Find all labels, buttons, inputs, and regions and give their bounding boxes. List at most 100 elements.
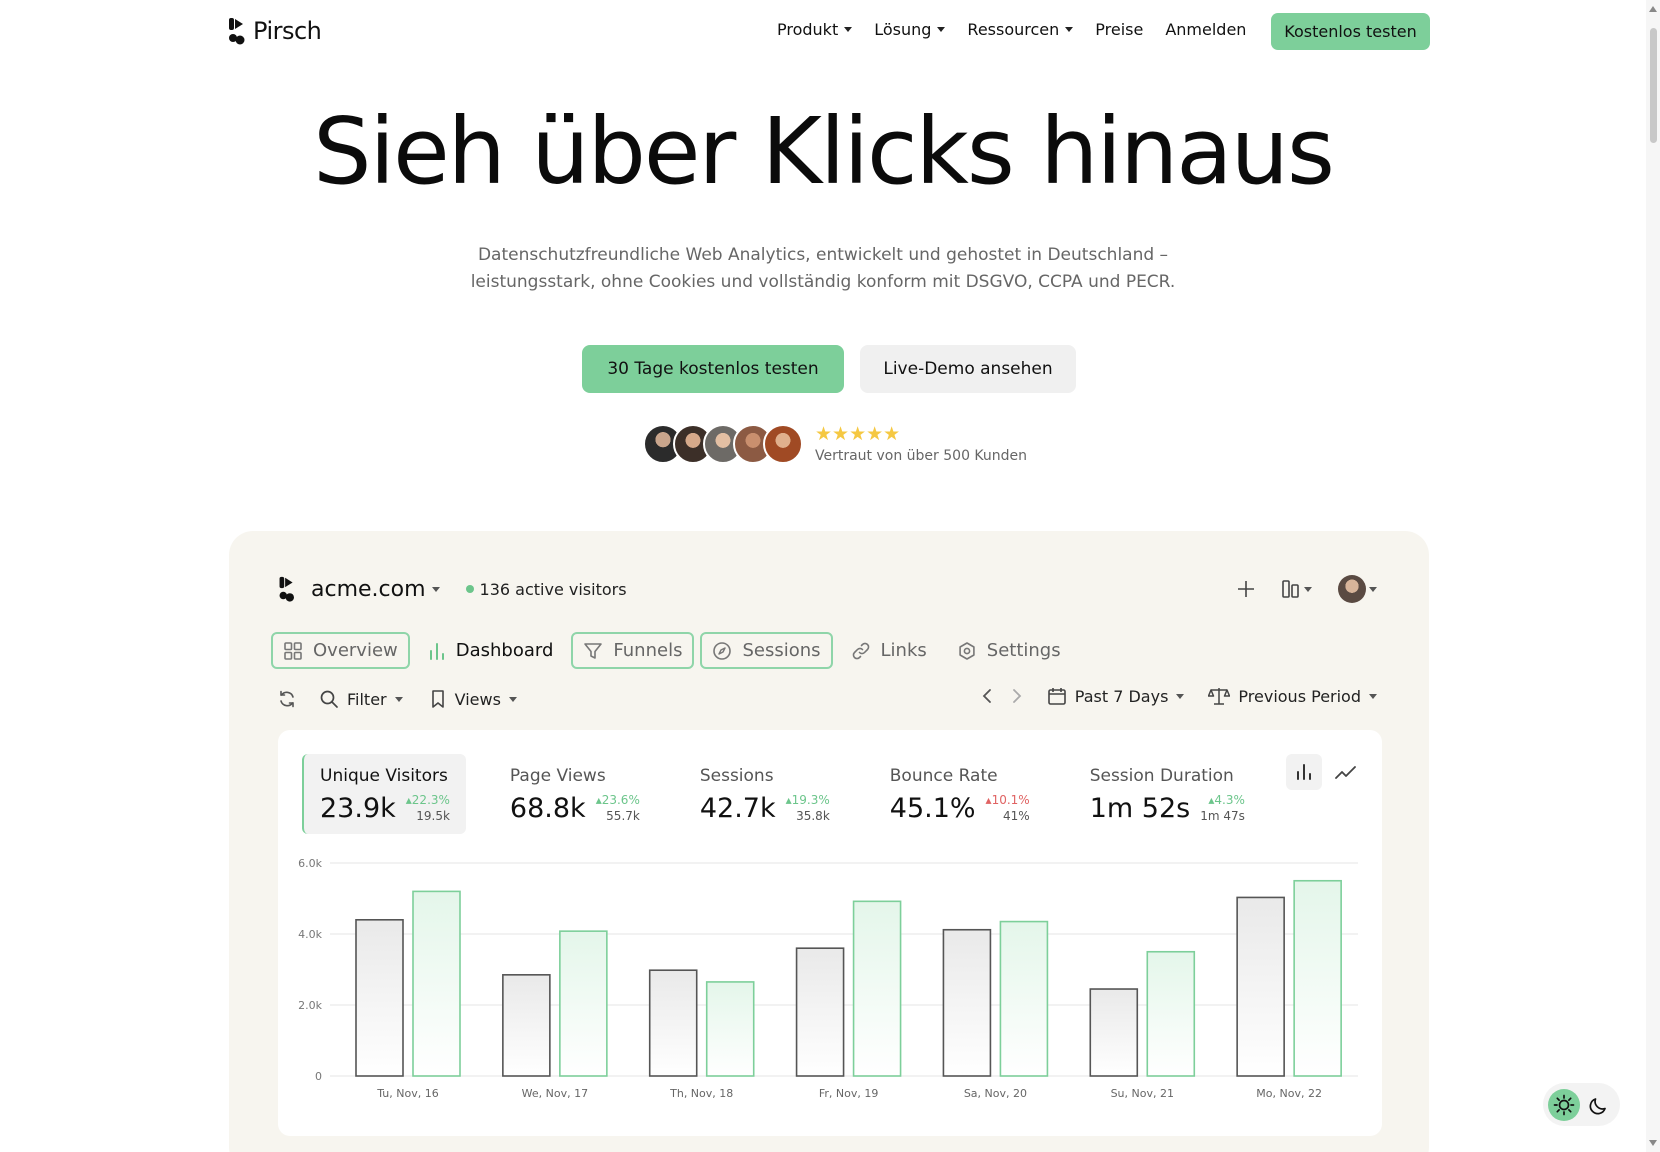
filter-button[interactable]: Filter [319,689,403,709]
y-tick-label: 6.0k [298,857,322,870]
metric-delta-value: 19.3% [791,793,830,807]
chevron-left-icon[interactable] [981,688,993,704]
bar-previous[interactable] [942,928,992,1077]
bar-previous[interactable] [1089,988,1139,1077]
page-scrollbar[interactable] [1646,0,1660,1152]
rating: ★★★★★ Vertraut von über 500 Kunden [815,424,1027,464]
nav-item-label: Ressourcen [967,20,1060,39]
metric-values: 23.9k ▴22.3% 19.5k [320,792,450,824]
bar-current[interactable] [412,890,461,1077]
chevron-down-icon [1369,586,1377,592]
nav-item-anmelden[interactable]: Anmelden [1165,20,1246,39]
tab-label: Overview [313,640,398,661]
bar-previous[interactable] [795,947,845,1077]
metric-values: 1m 52s ▴4.3% 1m 47s [1090,792,1245,824]
visitors-bar-chart: 0 2.0k 4.0k 6.0k Tu, Nov, 16 We, Nov, 17 Th, N… [298,857,1358,1100]
tab-label: Links [880,640,927,661]
chevron-down-icon [937,27,946,32]
compass-icon [713,641,732,660]
line-chart-toggle[interactable] [1328,754,1364,790]
live-demo-button[interactable]: Live-Demo ansehen [860,345,1076,393]
period-nav [981,688,1023,704]
metric-tile[interactable]: Bounce Rate 45.1% ▴10.1% 41% [874,754,1046,834]
tab-label: Dashboard [455,640,554,661]
x-tick-label: We, Nov, 17 [522,1087,588,1100]
metric-tile[interactable]: Sessions 42.7k ▴19.3% 35.8k [684,754,846,834]
metric-label: Page Views [509,766,606,786]
dashboard-actions [1237,575,1377,603]
brand-logo[interactable]: Pirsch [229,16,322,46]
user-menu[interactable] [1338,575,1377,603]
start-trial-button[interactable]: 30 Tage kostenlos testen [582,345,844,393]
dark-mode-button[interactable] [1583,1089,1615,1121]
hero-buttons: 30 Tage kostenlos testen Live-Demo anseh… [582,345,1076,393]
chevron-down-icon [431,586,440,592]
x-tick-label: Tu, Nov, 16 [376,1087,438,1100]
metric-delta: ▴4.3% [1200,792,1245,808]
nav-links: Produkt Lösung Ressourcen Preise Anmelde… [777,20,1246,39]
scroll-up-icon[interactable] [1649,6,1657,12]
calendar-icon [1047,688,1066,705]
bar-chart-toggle[interactable] [1286,754,1322,790]
nav-item-label: Produkt [777,20,839,39]
tab-links[interactable]: Links [839,632,939,669]
chevron-right-icon[interactable] [1011,688,1023,704]
nav-item-preise[interactable]: Preise [1095,20,1143,39]
bar-current[interactable] [705,981,755,1077]
metric-tile[interactable]: Unique Visitors 23.9k ▴22.3% 19.5k [302,754,466,834]
bar-previous[interactable] [502,974,551,1077]
scroll-down-icon[interactable] [1649,1140,1657,1146]
bar-current[interactable] [852,900,902,1077]
metric-tile[interactable]: Page Views 68.8k ▴23.6% 55.7k [494,754,656,834]
grid-icon [284,641,302,660]
chevron-down-icon [1304,586,1312,592]
star-rating-icon: ★★★★★ [815,423,901,445]
gear-icon [959,641,975,660]
hero-title: Sieh über Klicks hinaus [313,98,1335,205]
metric-delta-value: 23.6% [601,793,640,807]
tab-overview[interactable]: Overview [271,632,410,669]
add-button[interactable] [1237,580,1255,598]
layout-button[interactable] [1281,579,1312,599]
metric-delta: ▴10.1% [986,792,1030,808]
tab-funnels[interactable]: Funnels [571,632,695,669]
bar-current[interactable] [1146,950,1196,1077]
site-selector[interactable]: acme.com [311,577,440,602]
pirsch-logo-icon [229,18,245,45]
period-select[interactable]: Past 7 Days [1047,686,1185,706]
plus-icon [1238,581,1254,597]
scroll-thumb[interactable] [1650,28,1657,143]
metric-previous: 19.5k [416,809,450,823]
bar-current[interactable] [999,920,1049,1077]
metric-change: ▴22.3% 19.5k [406,792,450,824]
signup-button[interactable]: Kostenlos testen [1271,13,1430,50]
tab-settings[interactable]: Settings [945,632,1073,669]
nav-item-loesung[interactable]: Lösung [874,20,946,39]
y-tick-label: 2.0k [298,999,322,1012]
y-tick-label: 0 [315,1070,322,1083]
metric-value: 45.1% [889,793,976,824]
pirsch-logo-icon [279,576,294,602]
hero-subtitle: Datenschutzfreundliche Web Analytics, en… [423,242,1223,296]
site-name: acme.com [311,576,426,602]
tab-sessions[interactable]: Sessions [700,632,833,669]
views-button[interactable]: Views [429,689,517,709]
tab-dashboard[interactable]: Dashboard [416,632,566,669]
bar-previous[interactable] [1236,896,1285,1077]
bar-previous[interactable] [355,919,404,1077]
metric-tile[interactable]: Session Duration 1m 52s ▴4.3% 1m 47s [1074,754,1261,834]
nav-item-ressourcen[interactable]: Ressourcen [967,20,1074,39]
bar-chart-icon [429,642,444,660]
compare-select[interactable]: Previous Period [1208,686,1377,706]
bar-current[interactable] [1293,879,1342,1077]
metric-delta-value: 4.3% [1214,793,1245,807]
light-mode-button[interactable] [1548,1088,1581,1121]
metrics-row: Unique Visitors 23.9k ▴22.3% 19.5k Page View… [302,754,1261,834]
nav-item-produkt[interactable]: Produkt [777,20,853,39]
bar-previous[interactable] [648,969,698,1077]
metric-value: 42.7k [699,793,776,824]
bar-current[interactable] [559,930,608,1077]
refresh-button[interactable] [277,689,297,709]
compare-label: Previous Period [1238,686,1361,706]
brand-name: Pirsch [253,17,322,45]
